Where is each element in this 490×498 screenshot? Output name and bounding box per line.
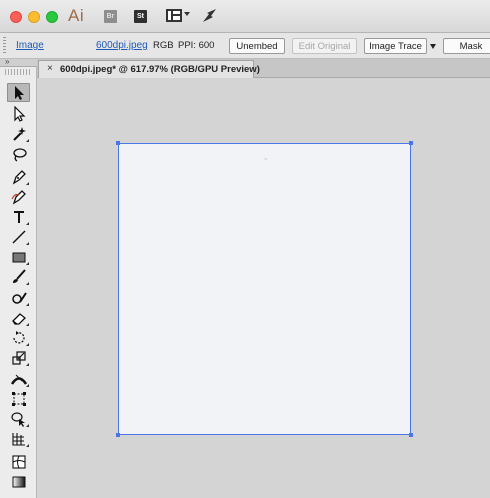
free-transform-icon bbox=[11, 391, 26, 406]
tools-panel-header[interactable]: » bbox=[0, 57, 37, 67]
file-name-link[interactable]: 600dpi.jpeg bbox=[96, 40, 148, 51]
illustrator-logo: Ai bbox=[68, 6, 85, 25]
scale-icon bbox=[11, 350, 26, 365]
gpu-performance-icon[interactable] bbox=[201, 8, 219, 24]
shaper-icon bbox=[11, 291, 27, 304]
title-bar: Ai Br St bbox=[0, 0, 490, 33]
curvature-tool[interactable] bbox=[7, 187, 30, 206]
close-tab-icon[interactable]: × bbox=[47, 63, 53, 74]
minimize-window-button[interactable] bbox=[28, 11, 40, 23]
document-tab-title: 600dpi.jpeg* @ 617.97% (RGB/GPU Preview) bbox=[60, 64, 260, 75]
type-t-icon bbox=[13, 210, 24, 223]
line-segment-icon bbox=[12, 230, 25, 243]
mask-button[interactable]: Mask bbox=[443, 38, 490, 54]
selection-tool[interactable] bbox=[7, 83, 30, 102]
curvature-pen-icon bbox=[10, 189, 26, 204]
paintbrush-icon bbox=[12, 268, 26, 283]
mesh-icon bbox=[11, 454, 26, 469]
direct-selection-arrow-icon bbox=[13, 105, 25, 122]
arrange-documents-dropdown-icon[interactable] bbox=[184, 12, 190, 16]
maximize-window-button[interactable] bbox=[46, 11, 58, 23]
illustrator-window: Ai Br St Image 600dpi.jpeg RGB PPI: 600 … bbox=[0, 0, 490, 498]
ppi-label: PPI: 600 bbox=[178, 40, 215, 51]
arrange-documents-icon[interactable] bbox=[166, 9, 182, 22]
document-tab[interactable]: × 600dpi.jpeg* @ 617.97% (RGB/GPU Previe… bbox=[38, 60, 260, 78]
image-speck: ⌄ bbox=[262, 152, 270, 162]
lasso-tool[interactable] bbox=[7, 145, 30, 164]
mesh-tool[interactable] bbox=[7, 452, 30, 471]
type-tool[interactable] bbox=[7, 207, 30, 226]
image-trace-presets-dropdown-icon[interactable] bbox=[430, 44, 436, 49]
perspective-grid-tool[interactable] bbox=[7, 429, 30, 448]
bounding-box-handle-bottom-right[interactable] bbox=[409, 433, 413, 437]
pen-tool[interactable] bbox=[7, 167, 30, 186]
tools-panel-grip[interactable] bbox=[5, 69, 31, 75]
scale-tool[interactable] bbox=[7, 348, 30, 367]
free-transform-tool[interactable] bbox=[7, 389, 30, 408]
bounding-box-handle-top-left[interactable] bbox=[116, 141, 120, 145]
object-type-link[interactable]: Image bbox=[16, 40, 44, 51]
control-bar-grip[interactable] bbox=[3, 37, 6, 55]
eraser-icon bbox=[11, 312, 26, 325]
rectangle-icon bbox=[12, 252, 25, 262]
bridge-button[interactable]: Br bbox=[104, 10, 117, 23]
bounding-box-handle-bottom-left[interactable] bbox=[116, 433, 120, 437]
image-trace-button[interactable]: Image Trace bbox=[364, 38, 427, 54]
canvas-area[interactable]: ⌄ bbox=[37, 78, 490, 498]
rectangle-tool[interactable] bbox=[7, 247, 30, 266]
direct-selection-tool[interactable] bbox=[7, 104, 30, 123]
document-tab-bar: × 600dpi.jpeg* @ 617.97% (RGB/GPU Previe… bbox=[37, 59, 490, 78]
shaper-tool[interactable] bbox=[7, 288, 30, 307]
perspective-grid-icon bbox=[11, 432, 25, 446]
paintbrush-tool[interactable] bbox=[7, 267, 30, 286]
tools-panel: » bbox=[0, 57, 37, 498]
selection-arrow-icon bbox=[14, 85, 24, 100]
rotate-tool[interactable] bbox=[7, 328, 30, 347]
shape-builder-icon bbox=[10, 411, 25, 427]
gradient-tool[interactable] bbox=[7, 472, 30, 491]
width-tool[interactable] bbox=[7, 369, 30, 388]
collapse-panel-icon[interactable]: » bbox=[5, 57, 10, 66]
stock-button[interactable]: St bbox=[134, 10, 147, 23]
placed-image[interactable]: ⌄ bbox=[118, 143, 411, 435]
pen-nib-icon bbox=[12, 169, 26, 184]
bounding-box-handle-top-right[interactable] bbox=[409, 141, 413, 145]
line-segment-tool[interactable] bbox=[7, 227, 30, 246]
width-icon bbox=[10, 374, 27, 385]
gradient-icon bbox=[12, 476, 25, 487]
shape-builder-tool[interactable] bbox=[7, 409, 30, 428]
magic-wand-icon bbox=[12, 126, 26, 141]
close-window-button[interactable] bbox=[10, 11, 22, 23]
lasso-icon bbox=[12, 147, 27, 162]
rotate-icon bbox=[12, 330, 25, 343]
eraser-tool[interactable] bbox=[7, 308, 30, 327]
unembed-button[interactable]: Unembed bbox=[229, 38, 285, 54]
color-mode-label: RGB bbox=[153, 40, 174, 51]
magic-wand-tool[interactable] bbox=[7, 124, 30, 143]
edit-original-button[interactable]: Edit Original bbox=[292, 38, 357, 54]
control-bar: Image 600dpi.jpeg RGB PPI: 600 Unembed E… bbox=[0, 33, 490, 59]
